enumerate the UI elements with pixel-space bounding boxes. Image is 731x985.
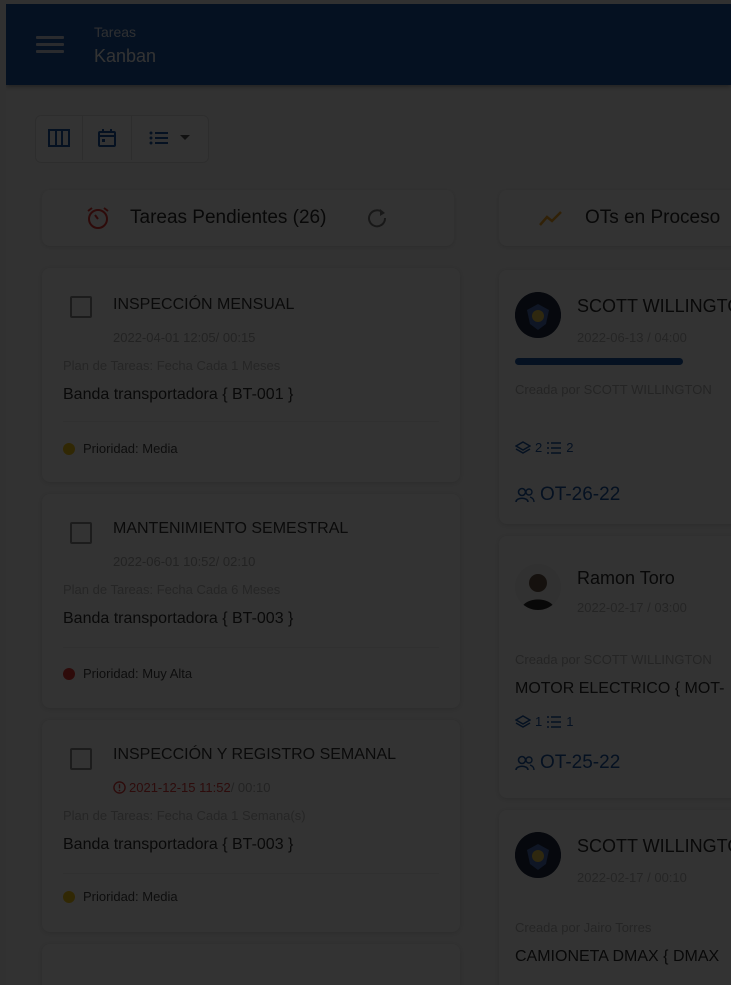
avatar (515, 832, 561, 878)
task-card[interactable]: MANTENIMIENTO SEMESTRAL 2022-06-01 10:52… (42, 494, 460, 708)
app-bar: Tareas Kanban (6, 4, 731, 85)
priority-dot (63, 442, 75, 455)
task-card[interactable]: INSPECCIÓN MENSUAL 2022-04-01 12:05/ 00:… (42, 268, 460, 482)
people-icon (515, 755, 535, 771)
task-checkbox[interactable] (70, 296, 92, 318)
people-icon (515, 487, 535, 503)
ot-created-by: Creada por SCOTT WILLINGTON (515, 652, 712, 667)
ot-asset: CAMIONETA DMAX { DMAX (515, 948, 720, 965)
in-process-column-title: OTs en Proceso (585, 207, 721, 228)
refresh-icon[interactable] (366, 207, 388, 229)
kanban-page: Tareas Kanban Tareas Pendientes (26) OTs… (6, 4, 731, 985)
ot-created-by: Creada por Jairo Torres (515, 920, 652, 935)
list-icon (149, 131, 168, 145)
pending-column-title: Tareas Pendientes (26) (130, 207, 327, 228)
pending-column-header: Tareas Pendientes (26) (42, 190, 454, 246)
layers-icon (515, 440, 531, 454)
task-date: 2021-12-15 11:52/ 00:10 (113, 780, 270, 795)
ot-created-by: Creada por SCOTT WILLINGTON (515, 382, 712, 397)
ot-code[interactable]: OT-25-22 (515, 752, 620, 774)
progress-bar (515, 358, 683, 365)
trending-icon (539, 211, 562, 226)
app-title: Kanban (94, 46, 157, 66)
avatar (515, 292, 561, 338)
task-title: MANTENIMIENTO SEMESTRAL (113, 520, 349, 537)
timer-icon (87, 207, 109, 229)
task-title: INSPECCIÓN MENSUAL (113, 296, 295, 313)
task-plan: Plan de Tareas: Fecha Cada 6 Meses (63, 582, 281, 597)
task-plan: Plan de Tareas: Fecha Cada 1 Meses (63, 358, 281, 373)
chevron-down-icon (180, 135, 190, 140)
divider (63, 873, 439, 874)
task-date: 2022-06-01 10:52/ 02:10 (113, 554, 256, 569)
in-process-column-header: OTs en Proceso (499, 190, 731, 246)
calendar-icon (98, 129, 116, 147)
layers-icon (515, 714, 531, 728)
warning-icon (113, 781, 126, 794)
task-plan: Plan de Tareas: Fecha Cada 1 Semana(s) (63, 808, 306, 823)
task-title: INSPECCIÓN Y REGISTRO SEMANAL (113, 746, 397, 763)
menu-icon[interactable] (36, 32, 64, 56)
ot-user-name: Ramon Toro (577, 568, 675, 588)
view-toolbar (35, 115, 209, 163)
kanban-columns-icon (48, 129, 70, 147)
task-priority: Prioridad: Media (63, 889, 178, 904)
ot-card[interactable]: SCOTT WILLINGTON 2022-06-13 / 04:00 Crea… (499, 270, 731, 524)
task-priority: Prioridad: Media (63, 441, 178, 456)
task-card[interactable] (42, 944, 460, 985)
ot-date: 2022-02-17 / 00:10 (577, 870, 687, 885)
ot-date: 2022-02-17 / 03:00 (577, 600, 687, 615)
ot-code[interactable]: OT-26-22 (515, 484, 620, 506)
ot-counts: 2 2 (515, 440, 573, 455)
task-card[interactable]: INSPECCIÓN Y REGISTRO SEMANAL 2021-12-15… (42, 720, 460, 932)
kanban-view-button[interactable] (36, 116, 83, 160)
ot-user-name: SCOTT WILLINGTON (577, 296, 731, 316)
task-priority: Prioridad: Muy Alta (63, 666, 192, 681)
ot-counts: 1 1 (515, 714, 573, 729)
ot-date: 2022-06-13 / 04:00 (577, 330, 687, 345)
priority-dot (63, 667, 75, 680)
task-asset: Banda transportadora { BT-001 } (63, 386, 294, 403)
ot-user-name: SCOTT WILLINGTON (577, 836, 731, 856)
task-checkbox[interactable] (70, 748, 92, 770)
task-asset: Banda transportadora { BT-003 } (63, 836, 294, 853)
list-view-dropdown[interactable] (132, 116, 208, 160)
app-subtitle: Tareas (94, 24, 137, 40)
avatar (515, 564, 561, 610)
divider (63, 421, 439, 422)
ot-card[interactable]: Ramon Toro 2022-02-17 / 03:00 Creada por… (499, 536, 731, 798)
checklist-icon (547, 715, 562, 728)
task-checkbox[interactable] (70, 522, 92, 544)
task-asset: Banda transportadora { BT-003 } (63, 610, 294, 627)
ot-asset: MOTOR ELECTRICO { MOT- (515, 680, 725, 697)
calendar-view-button[interactable] (83, 116, 132, 160)
ot-card[interactable]: SCOTT WILLINGTON 2022-02-17 / 00:10 Crea… (499, 810, 731, 985)
priority-dot (63, 890, 75, 903)
checklist-icon (547, 441, 562, 454)
task-date: 2022-04-01 12:05/ 00:15 (113, 330, 256, 345)
divider (63, 647, 439, 648)
